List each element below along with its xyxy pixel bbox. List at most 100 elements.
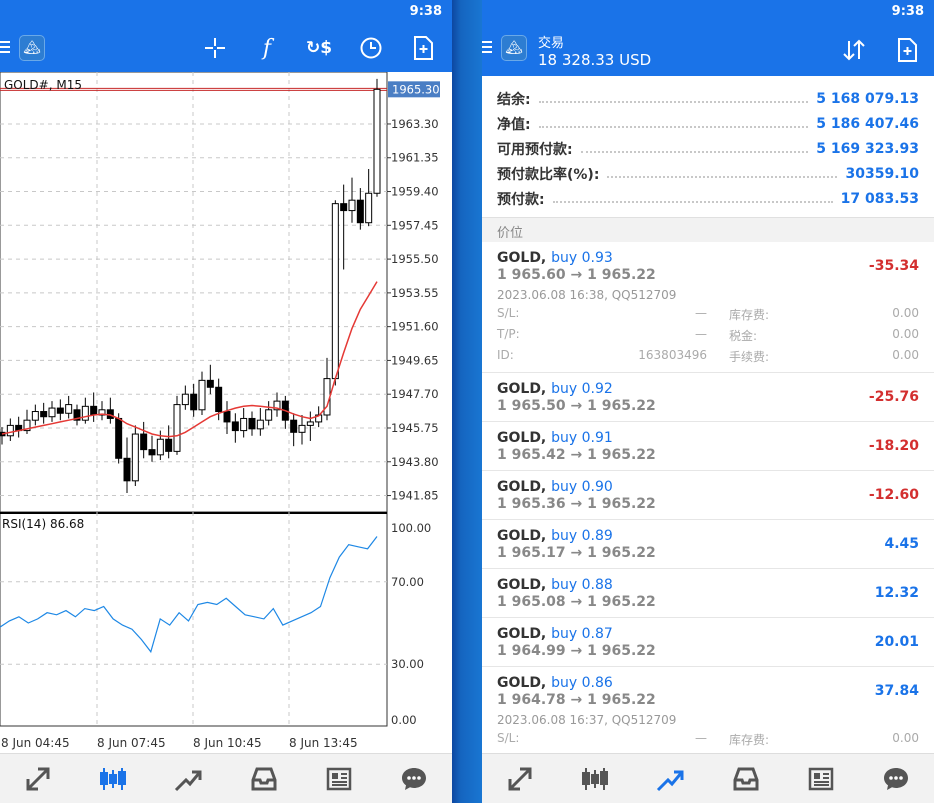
nav-trade-icon[interactable] — [168, 759, 208, 799]
new-order-icon[interactable] — [893, 36, 921, 64]
nav-chat-icon[interactable] — [394, 759, 434, 799]
trade-app-bar: 🏔 交易 18 328.33 USD — [482, 24, 934, 76]
status-time: 9:38 — [409, 4, 442, 19]
indicators-icon[interactable]: f — [253, 34, 281, 62]
rsi-tick-label: 0.00 — [391, 713, 417, 727]
summary-row: 结余: 5 168 079.13 — [497, 90, 919, 108]
nav-chart-icon[interactable] — [575, 759, 615, 799]
nav-quotes-icon[interactable] — [18, 759, 58, 799]
candle-bear — [223, 411, 231, 423]
detail-value: 0.00 — [892, 306, 919, 320]
detail-label: S/L: — [497, 306, 520, 320]
candle-bear — [165, 438, 173, 452]
position-symbol: GOLD, buy 0.89 — [497, 528, 613, 544]
candle-bull — [256, 419, 264, 430]
position-open-time: 2023.06.08 16:37, QQ512709 — [497, 713, 677, 727]
candle-bear — [248, 417, 256, 430]
sort-icon[interactable] — [840, 36, 868, 64]
position-details: S/L: — 库存费: 0.00 — [497, 731, 919, 748]
candle-bear — [356, 199, 364, 224]
position-side: buy 0.91 — [551, 430, 613, 446]
candle-bull — [156, 438, 164, 456]
menu-icon[interactable] — [482, 38, 492, 56]
nav-quotes-icon[interactable] — [500, 759, 540, 799]
position-profit: -35.34 — [868, 258, 919, 274]
position-prices: 1 965.08 → 1 965.22 — [497, 594, 656, 610]
app-logo[interactable]: 🏔 — [19, 35, 45, 61]
position-profit: -25.76 — [868, 389, 919, 405]
nav-trade-icon[interactable] — [650, 759, 690, 799]
time-tick-label: 8 Jun 04:45 — [1, 736, 70, 750]
price-tick-label: 1943.80 — [391, 455, 439, 469]
position-item[interactable]: GOLD, buy 0.86 1 964.78 → 1 965.22 37.84 20… — [482, 667, 934, 753]
nav-history-icon[interactable] — [244, 759, 284, 799]
price-tick-label: 1961.35 — [391, 151, 439, 165]
detail-label: 手续费: — [729, 350, 770, 364]
candle-bull — [131, 433, 139, 482]
summary-row: 净值: 5 186 407.46 — [497, 115, 919, 133]
candle-bull — [373, 88, 381, 194]
app-logo[interactable]: 🏔 — [501, 35, 527, 61]
chart-screen: 9:38 🏔 f ↻$ 1963.30 1961.35 1959.40 1957.45… — [0, 0, 452, 803]
position-profit: 37.84 — [874, 683, 919, 699]
position-item[interactable]: GOLD, buy 0.87 1 964.99 → 1 965.22 20.01 — [482, 618, 934, 667]
candle-bull — [31, 411, 39, 421]
detail-label: S/L: — [497, 731, 520, 745]
page-title: 交易 — [538, 36, 565, 51]
candle-bull — [365, 192, 373, 224]
price-tick-label: 1955.50 — [391, 252, 439, 266]
detail-value: 0.00 — [892, 348, 919, 362]
status-bar: 9:38 — [482, 0, 934, 24]
nav-history-icon[interactable] — [726, 759, 766, 799]
price-tick-label: 1959.40 — [391, 185, 439, 199]
price-chart[interactable]: 1963.30 1961.35 1959.40 1957.45 1955.50 1953.… — [0, 71, 452, 754]
candle-bull — [198, 379, 206, 411]
position-item[interactable]: GOLD, buy 0.93 1 965.60 → 1 965.22 -35.34 2… — [482, 242, 934, 373]
detail-value: 163803496 — [638, 348, 707, 362]
position-prices: 1 965.42 → 1 965.22 — [497, 447, 656, 463]
position-symbol: GOLD, buy 0.87 — [497, 626, 613, 642]
detail-label: 库存费: — [729, 308, 770, 322]
position-item[interactable]: GOLD, buy 0.89 1 965.17 → 1 965.22 4.45 — [482, 520, 934, 569]
rsi-label: RSI(14) 86.68 — [2, 517, 84, 531]
position-item[interactable]: GOLD, buy 0.88 1 965.08 → 1 965.22 12.32 — [482, 569, 934, 618]
position-item[interactable]: GOLD, buy 0.92 1 965.50 → 1 965.22 -25.76 — [482, 373, 934, 422]
detail-label: T/P: — [497, 327, 520, 341]
crosshair-icon[interactable] — [201, 34, 229, 62]
position-profit: 20.01 — [874, 634, 919, 650]
section-header-positions: 价位 — [482, 218, 934, 242]
timeframe-clock-icon[interactable] — [357, 34, 385, 62]
account-summary: 结余: 5 168 079.13 净值: 5 186 407.46 可用预付款: 5 … — [482, 76, 934, 218]
price-tick-label: 1941.85 — [391, 489, 439, 503]
candle-bear — [40, 411, 48, 418]
detail-label: 税金: — [729, 329, 758, 343]
position-item[interactable]: GOLD, buy 0.91 1 965.42 → 1 965.22 -18.20 — [482, 422, 934, 471]
position-item[interactable]: GOLD, buy 0.90 1 965.36 → 1 965.22 -12.60 — [482, 471, 934, 520]
nav-chat-icon[interactable] — [876, 759, 916, 799]
candle-bear — [148, 449, 156, 456]
position-symbol: GOLD, buy 0.86 — [497, 675, 613, 691]
nav-chart-icon[interactable] — [93, 759, 133, 799]
position-side: buy 0.93 — [551, 250, 613, 266]
candle-bear — [56, 407, 64, 414]
chart-area[interactable]: 1963.30 1961.35 1959.40 1957.45 1955.50 1953.… — [0, 71, 452, 754]
detail-value: 0.00 — [892, 327, 919, 341]
nav-news-icon[interactable] — [801, 759, 841, 799]
trade-screen: 9:38 🏔 交易 18 328.33 USD 结余: 5 168 079.13 … — [482, 0, 934, 803]
menu-icon[interactable] — [0, 38, 10, 56]
detail-value: — — [695, 306, 707, 320]
position-symbol: GOLD, buy 0.90 — [497, 479, 613, 495]
new-order-icon[interactable] — [409, 34, 437, 62]
position-profit: -18.20 — [868, 438, 919, 454]
position-prices: 1 965.50 → 1 965.22 — [497, 398, 656, 414]
position-prices: 1 965.60 → 1 965.22 — [497, 267, 656, 283]
candle-bull — [298, 424, 306, 433]
nav-news-icon[interactable] — [319, 759, 359, 799]
detail-value: 0.00 — [892, 731, 919, 745]
candle-bull — [348, 199, 356, 212]
position-side: buy 0.87 — [551, 626, 613, 642]
symbol-change-icon[interactable]: ↻$ — [305, 34, 333, 62]
price-tick-label: 1945.75 — [391, 421, 439, 435]
candle-bull — [265, 409, 273, 421]
bottom-nav — [0, 753, 452, 803]
